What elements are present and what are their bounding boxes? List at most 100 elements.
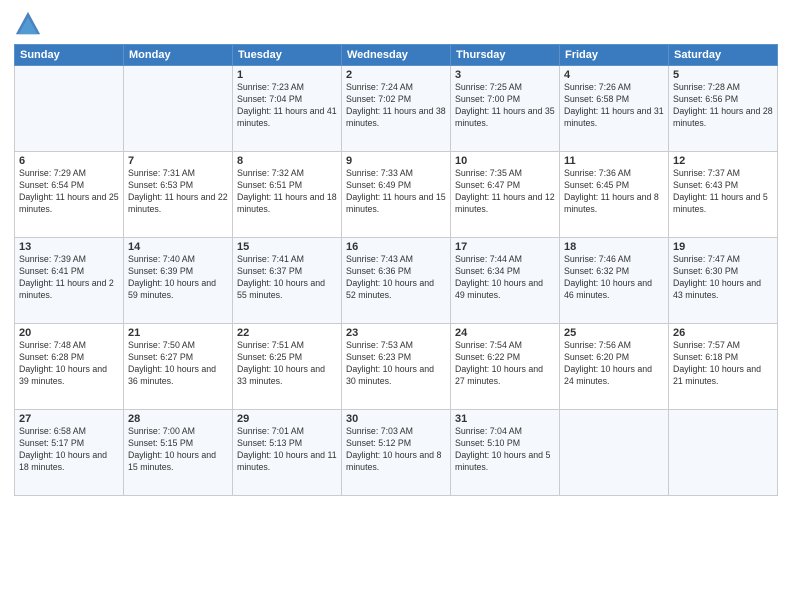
calendar-week-row: 6Sunrise: 7:29 AM Sunset: 6:54 PM Daylig…	[15, 152, 778, 238]
calendar-cell: 21Sunrise: 7:50 AM Sunset: 6:27 PM Dayli…	[124, 324, 233, 410]
day-info: Sunrise: 7:29 AM Sunset: 6:54 PM Dayligh…	[19, 168, 119, 216]
day-number: 24	[455, 327, 555, 339]
day-info: Sunrise: 7:39 AM Sunset: 6:41 PM Dayligh…	[19, 254, 119, 302]
logo	[14, 10, 45, 38]
calendar-cell: 25Sunrise: 7:56 AM Sunset: 6:20 PM Dayli…	[560, 324, 669, 410]
day-number: 4	[564, 69, 664, 81]
day-info: Sunrise: 7:41 AM Sunset: 6:37 PM Dayligh…	[237, 254, 337, 302]
day-number: 23	[346, 327, 446, 339]
calendar-cell: 14Sunrise: 7:40 AM Sunset: 6:39 PM Dayli…	[124, 238, 233, 324]
calendar-cell: 20Sunrise: 7:48 AM Sunset: 6:28 PM Dayli…	[15, 324, 124, 410]
calendar-cell: 18Sunrise: 7:46 AM Sunset: 6:32 PM Dayli…	[560, 238, 669, 324]
calendar-cell	[560, 410, 669, 496]
day-info: Sunrise: 7:04 AM Sunset: 5:10 PM Dayligh…	[455, 426, 555, 474]
calendar-cell: 6Sunrise: 7:29 AM Sunset: 6:54 PM Daylig…	[15, 152, 124, 238]
calendar-cell: 5Sunrise: 7:28 AM Sunset: 6:56 PM Daylig…	[669, 66, 778, 152]
calendar-cell: 31Sunrise: 7:04 AM Sunset: 5:10 PM Dayli…	[451, 410, 560, 496]
day-number: 18	[564, 241, 664, 253]
calendar-cell	[15, 66, 124, 152]
calendar-cell: 3Sunrise: 7:25 AM Sunset: 7:00 PM Daylig…	[451, 66, 560, 152]
day-info: Sunrise: 7:53 AM Sunset: 6:23 PM Dayligh…	[346, 340, 446, 388]
day-info: Sunrise: 7:33 AM Sunset: 6:49 PM Dayligh…	[346, 168, 446, 216]
day-info: Sunrise: 7:40 AM Sunset: 6:39 PM Dayligh…	[128, 254, 228, 302]
day-number: 19	[673, 241, 773, 253]
calendar-cell: 8Sunrise: 7:32 AM Sunset: 6:51 PM Daylig…	[233, 152, 342, 238]
day-header-sunday: Sunday	[15, 45, 124, 66]
day-number: 7	[128, 155, 228, 167]
calendar-cell: 17Sunrise: 7:44 AM Sunset: 6:34 PM Dayli…	[451, 238, 560, 324]
day-number: 3	[455, 69, 555, 81]
day-number: 25	[564, 327, 664, 339]
calendar-cell: 15Sunrise: 7:41 AM Sunset: 6:37 PM Dayli…	[233, 238, 342, 324]
day-number: 26	[673, 327, 773, 339]
day-number: 10	[455, 155, 555, 167]
calendar-cell: 10Sunrise: 7:35 AM Sunset: 6:47 PM Dayli…	[451, 152, 560, 238]
day-info: Sunrise: 7:54 AM Sunset: 6:22 PM Dayligh…	[455, 340, 555, 388]
day-number: 2	[346, 69, 446, 81]
day-info: Sunrise: 7:26 AM Sunset: 6:58 PM Dayligh…	[564, 82, 664, 130]
day-info: Sunrise: 7:51 AM Sunset: 6:25 PM Dayligh…	[237, 340, 337, 388]
calendar-cell: 7Sunrise: 7:31 AM Sunset: 6:53 PM Daylig…	[124, 152, 233, 238]
day-info: Sunrise: 7:48 AM Sunset: 6:28 PM Dayligh…	[19, 340, 119, 388]
day-number: 6	[19, 155, 119, 167]
day-info: Sunrise: 7:56 AM Sunset: 6:20 PM Dayligh…	[564, 340, 664, 388]
day-number: 14	[128, 241, 228, 253]
day-number: 12	[673, 155, 773, 167]
calendar-cell: 19Sunrise: 7:47 AM Sunset: 6:30 PM Dayli…	[669, 238, 778, 324]
calendar-cell: 11Sunrise: 7:36 AM Sunset: 6:45 PM Dayli…	[560, 152, 669, 238]
calendar-cell: 24Sunrise: 7:54 AM Sunset: 6:22 PM Dayli…	[451, 324, 560, 410]
day-number: 30	[346, 413, 446, 425]
day-number: 31	[455, 413, 555, 425]
day-number: 13	[19, 241, 119, 253]
calendar-cell: 12Sunrise: 7:37 AM Sunset: 6:43 PM Dayli…	[669, 152, 778, 238]
calendar-cell: 27Sunrise: 6:58 AM Sunset: 5:17 PM Dayli…	[15, 410, 124, 496]
day-number: 20	[19, 327, 119, 339]
calendar-cell: 2Sunrise: 7:24 AM Sunset: 7:02 PM Daylig…	[342, 66, 451, 152]
day-info: Sunrise: 7:24 AM Sunset: 7:02 PM Dayligh…	[346, 82, 446, 130]
day-number: 22	[237, 327, 337, 339]
calendar-cell: 9Sunrise: 7:33 AM Sunset: 6:49 PM Daylig…	[342, 152, 451, 238]
day-number: 29	[237, 413, 337, 425]
calendar-week-row: 13Sunrise: 7:39 AM Sunset: 6:41 PM Dayli…	[15, 238, 778, 324]
calendar-cell	[669, 410, 778, 496]
day-header-friday: Friday	[560, 45, 669, 66]
day-info: Sunrise: 7:28 AM Sunset: 6:56 PM Dayligh…	[673, 82, 773, 130]
logo-icon	[14, 10, 42, 38]
day-number: 5	[673, 69, 773, 81]
calendar-cell: 4Sunrise: 7:26 AM Sunset: 6:58 PM Daylig…	[560, 66, 669, 152]
day-info: Sunrise: 7:44 AM Sunset: 6:34 PM Dayligh…	[455, 254, 555, 302]
calendar-cell: 22Sunrise: 7:51 AM Sunset: 6:25 PM Dayli…	[233, 324, 342, 410]
calendar-cell: 28Sunrise: 7:00 AM Sunset: 5:15 PM Dayli…	[124, 410, 233, 496]
calendar-cell: 13Sunrise: 7:39 AM Sunset: 6:41 PM Dayli…	[15, 238, 124, 324]
calendar-cell: 1Sunrise: 7:23 AM Sunset: 7:04 PM Daylig…	[233, 66, 342, 152]
day-info: Sunrise: 7:50 AM Sunset: 6:27 PM Dayligh…	[128, 340, 228, 388]
calendar-header-row: SundayMondayTuesdayWednesdayThursdayFrid…	[15, 45, 778, 66]
calendar-week-row: 27Sunrise: 6:58 AM Sunset: 5:17 PM Dayli…	[15, 410, 778, 496]
day-info: Sunrise: 7:46 AM Sunset: 6:32 PM Dayligh…	[564, 254, 664, 302]
day-info: Sunrise: 7:57 AM Sunset: 6:18 PM Dayligh…	[673, 340, 773, 388]
calendar-cell: 29Sunrise: 7:01 AM Sunset: 5:13 PM Dayli…	[233, 410, 342, 496]
calendar-week-row: 20Sunrise: 7:48 AM Sunset: 6:28 PM Dayli…	[15, 324, 778, 410]
day-info: Sunrise: 7:25 AM Sunset: 7:00 PM Dayligh…	[455, 82, 555, 130]
day-number: 11	[564, 155, 664, 167]
calendar-cell: 30Sunrise: 7:03 AM Sunset: 5:12 PM Dayli…	[342, 410, 451, 496]
day-number: 17	[455, 241, 555, 253]
day-info: Sunrise: 7:32 AM Sunset: 6:51 PM Dayligh…	[237, 168, 337, 216]
day-info: Sunrise: 7:03 AM Sunset: 5:12 PM Dayligh…	[346, 426, 446, 474]
day-info: Sunrise: 7:37 AM Sunset: 6:43 PM Dayligh…	[673, 168, 773, 216]
day-info: Sunrise: 7:35 AM Sunset: 6:47 PM Dayligh…	[455, 168, 555, 216]
day-number: 15	[237, 241, 337, 253]
day-info: Sunrise: 7:36 AM Sunset: 6:45 PM Dayligh…	[564, 168, 664, 216]
calendar-cell: 16Sunrise: 7:43 AM Sunset: 6:36 PM Dayli…	[342, 238, 451, 324]
day-info: Sunrise: 7:47 AM Sunset: 6:30 PM Dayligh…	[673, 254, 773, 302]
calendar-cell: 23Sunrise: 7:53 AM Sunset: 6:23 PM Dayli…	[342, 324, 451, 410]
calendar-cell: 26Sunrise: 7:57 AM Sunset: 6:18 PM Dayli…	[669, 324, 778, 410]
day-info: Sunrise: 7:31 AM Sunset: 6:53 PM Dayligh…	[128, 168, 228, 216]
day-info: Sunrise: 7:43 AM Sunset: 6:36 PM Dayligh…	[346, 254, 446, 302]
calendar-week-row: 1Sunrise: 7:23 AM Sunset: 7:04 PM Daylig…	[15, 66, 778, 152]
page-header	[14, 10, 778, 38]
day-info: Sunrise: 7:01 AM Sunset: 5:13 PM Dayligh…	[237, 426, 337, 474]
day-header-thursday: Thursday	[451, 45, 560, 66]
day-header-monday: Monday	[124, 45, 233, 66]
day-header-tuesday: Tuesday	[233, 45, 342, 66]
